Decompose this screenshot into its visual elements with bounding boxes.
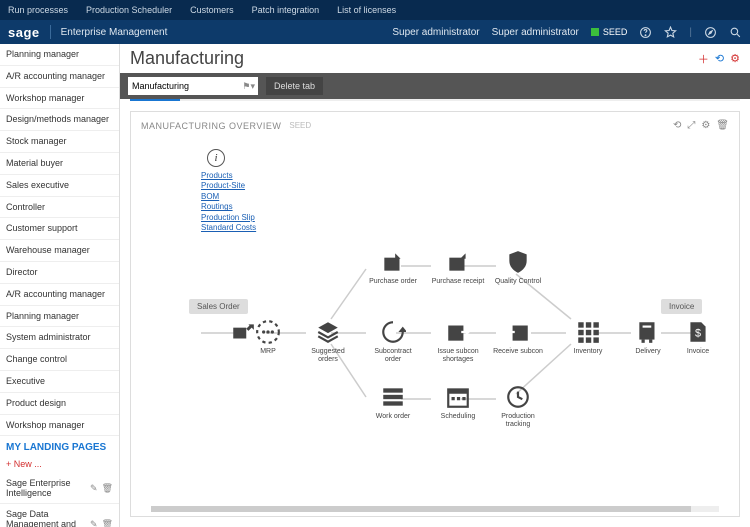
user-label[interactable]: Super administrator: [492, 27, 579, 38]
flag-icon[interactable]: ⚑▾: [242, 81, 255, 92]
info-block: i Products Product-Site BOM Routings Pro…: [201, 149, 256, 233]
gear-icon[interactable]: ⚙: [701, 120, 710, 131]
info-link[interactable]: BOM: [201, 192, 256, 202]
sidebar: Planning manager A/R accounting manager …: [0, 44, 120, 527]
new-landing-button[interactable]: + New ...: [0, 459, 119, 473]
node-wo[interactable]: Work order: [366, 384, 420, 421]
node-mrp[interactable]: MRP: [241, 319, 295, 356]
invoice-tag[interactable]: Invoice: [661, 299, 702, 314]
node-sub[interactable]: Subcontract order: [366, 319, 420, 363]
panel-subtitle: SEED: [289, 121, 311, 130]
tab-name-input[interactable]: [128, 77, 258, 95]
info-link[interactable]: Product-Site: [201, 181, 256, 191]
landing-item[interactable]: Sage Enterprise Intelligence✎🗑: [0, 473, 119, 504]
sidebar-item[interactable]: Planning manager: [0, 44, 119, 66]
sidebar-item[interactable]: System administrator: [0, 327, 119, 349]
topnav-link[interactable]: Patch integration: [252, 5, 320, 15]
sidebar-item[interactable]: Material buyer: [0, 153, 119, 175]
gear-icon[interactable]: ⚙: [730, 52, 740, 65]
overview-panel: MANUFACTURING OVERVIEW SEED ⟲ ⤢ ⚙ 🗑 i Pr…: [130, 111, 740, 517]
sidebar-item[interactable]: Product design: [0, 393, 119, 415]
favorite-icon[interactable]: [664, 26, 677, 39]
expand-icon[interactable]: ⤢: [687, 120, 695, 131]
sidebar-item[interactable]: A/R accounting manager: [0, 284, 119, 306]
info-link[interactable]: Products: [201, 171, 256, 181]
topnav-link[interactable]: Production Scheduler: [86, 5, 172, 15]
user-label[interactable]: Super administrator: [392, 27, 479, 38]
sidebar-item[interactable]: Executive: [0, 371, 119, 393]
sidebar-item[interactable]: Planning manager: [0, 306, 119, 328]
landing-item[interactable]: Sage Data Management and Analytics✎🗑: [0, 504, 119, 527]
node-inv[interactable]: Inventory: [561, 319, 615, 356]
sidebar-item[interactable]: Director: [0, 262, 119, 284]
refresh-icon[interactable]: ⟲: [673, 120, 681, 131]
topnav-link[interactable]: Customers: [190, 5, 234, 15]
sidebar-item[interactable]: Change control: [0, 349, 119, 371]
sidebar-item[interactable]: Controller: [0, 197, 119, 219]
node-recv[interactable]: Receive subcon: [491, 319, 545, 356]
sidebar-item[interactable]: Workshop manager: [0, 415, 119, 437]
info-link[interactable]: Routings: [201, 202, 256, 212]
info-link[interactable]: Production Slip: [201, 213, 256, 223]
help-icon[interactable]: [639, 26, 652, 39]
node-del[interactable]: Delivery: [621, 319, 675, 356]
edit-icon[interactable]: ✎: [90, 483, 98, 494]
compass-icon[interactable]: [704, 26, 717, 39]
app-header: sage Enterprise Management Super adminis…: [0, 20, 750, 44]
delete-tab-button[interactable]: Delete tab: [266, 77, 323, 95]
horizontal-scrollbar[interactable]: [151, 506, 719, 512]
node-pr[interactable]: Purchase receipt: [431, 249, 485, 286]
topnav-link[interactable]: List of licenses: [337, 5, 396, 15]
node-qc[interactable]: Quality Control: [491, 249, 545, 286]
delete-icon[interactable]: 🗑: [102, 519, 113, 527]
top-nav: Run processes Production Scheduler Custo…: [0, 0, 750, 20]
delete-icon[interactable]: 🗑: [716, 120, 729, 131]
search-icon[interactable]: [729, 26, 742, 39]
sidebar-item[interactable]: Stock manager: [0, 131, 119, 153]
svg-text:$: $: [695, 327, 701, 339]
info-icon[interactable]: i: [207, 149, 225, 167]
info-link[interactable]: Standard Costs: [201, 223, 256, 233]
brand-logo: sage: [8, 25, 40, 40]
node-suggested[interactable]: Suggested orders: [301, 319, 355, 363]
sidebar-item[interactable]: Workshop manager: [0, 88, 119, 110]
sync-icon[interactable]: ⟲: [715, 52, 724, 65]
page-title: Manufacturing: [130, 48, 692, 69]
panel-title: MANUFACTURING OVERVIEW: [141, 121, 281, 131]
edit-icon[interactable]: ✎: [90, 519, 98, 527]
sales-order-tag[interactable]: Sales Order: [189, 299, 248, 314]
sidebar-item[interactable]: Warehouse manager: [0, 240, 119, 262]
topnav-link[interactable]: Run processes: [8, 5, 68, 15]
sidebar-item[interactable]: Design/methods manager: [0, 109, 119, 131]
delete-icon[interactable]: 🗑: [102, 483, 113, 494]
sidebar-item[interactable]: Customer support: [0, 218, 119, 240]
tab-bar: ⚑▾ Delete tab: [120, 73, 750, 99]
brand-subtitle: Enterprise Management: [61, 27, 168, 38]
process-diagram: Sales Order Invoice MRP Suggested orders…: [141, 249, 729, 496]
node-invc[interactable]: $Invoice: [671, 319, 725, 356]
landing-header: MY LANDING PAGES: [0, 436, 119, 459]
sidebar-item[interactable]: A/R accounting manager: [0, 66, 119, 88]
env-badge[interactable]: SEED: [591, 27, 628, 37]
node-sched[interactable]: Scheduling: [431, 384, 485, 421]
node-track[interactable]: Production tracking: [491, 384, 545, 428]
add-icon[interactable]: ＋: [698, 51, 709, 67]
node-issue[interactable]: Issue subcon shortages: [431, 319, 485, 363]
sidebar-item[interactable]: Sales executive: [0, 175, 119, 197]
node-po[interactable]: Purchase order: [366, 249, 420, 286]
title-bar: Manufacturing ＋ ⟲ ⚙: [120, 44, 750, 73]
